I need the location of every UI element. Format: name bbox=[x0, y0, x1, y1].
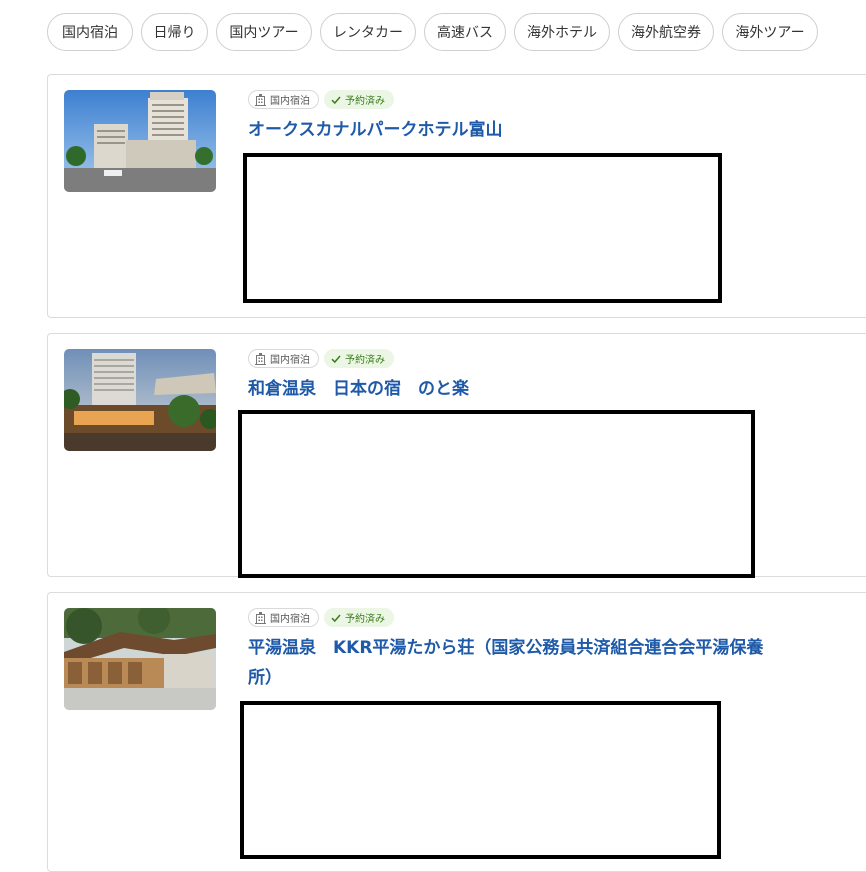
category-badge: 国内宿泊 bbox=[248, 608, 319, 627]
status-badge: 予約済み bbox=[324, 90, 394, 109]
filter-chip-domestic-tour[interactable]: 国内ツアー bbox=[216, 13, 312, 51]
category-label: 国内宿泊 bbox=[270, 614, 310, 625]
hotel-photo[interactable] bbox=[64, 90, 216, 192]
status-badge: 予約済み bbox=[324, 608, 394, 627]
hotel-name-link[interactable]: 平湯温泉 KKR平湯たから荘（国家公務員共済組合連合会平湯保養所） bbox=[248, 633, 778, 693]
filter-chip-overseas-hotel[interactable]: 海外ホテル bbox=[514, 13, 610, 51]
hotel-photo[interactable] bbox=[64, 349, 216, 451]
category-badge: 国内宿泊 bbox=[248, 90, 319, 109]
checkmark-icon bbox=[331, 355, 341, 363]
status-badge: 予約済み bbox=[324, 349, 394, 368]
hotel-building-icon bbox=[255, 352, 266, 365]
status-label: 予約済み bbox=[345, 96, 385, 107]
checkmark-icon bbox=[331, 96, 341, 104]
hotel-name-link[interactable]: 和倉温泉 日本の宿 のと楽 bbox=[248, 374, 778, 404]
redacted-area bbox=[238, 410, 755, 578]
status-label: 予約済み bbox=[345, 614, 385, 625]
service-filter-bar: 国内宿泊 日帰り 国内ツアー レンタカー 高速バス 海外ホテル 海外航空券 海外… bbox=[47, 13, 818, 51]
hotel-photo[interactable] bbox=[64, 608, 216, 710]
reservation-card: 国内宿泊 予約済み オークスカナルパークホテル富山 bbox=[47, 74, 866, 318]
badge-row: 国内宿泊 予約済み bbox=[248, 90, 394, 109]
filter-chip-domestic-stay[interactable]: 国内宿泊 bbox=[47, 13, 133, 51]
filter-chip-overseas-air[interactable]: 海外航空券 bbox=[618, 13, 714, 51]
filter-chip-day-trip[interactable]: 日帰り bbox=[141, 13, 208, 51]
category-label: 国内宿泊 bbox=[270, 96, 310, 107]
filter-chip-highway-bus[interactable]: 高速バス bbox=[424, 13, 506, 51]
status-label: 予約済み bbox=[345, 355, 385, 366]
badge-row: 国内宿泊 予約済み bbox=[248, 349, 394, 368]
category-badge: 国内宿泊 bbox=[248, 349, 319, 368]
checkmark-icon bbox=[331, 614, 341, 622]
hotel-building-icon bbox=[255, 93, 266, 106]
filter-chip-rental-car[interactable]: レンタカー bbox=[320, 13, 416, 51]
reservation-card: 国内宿泊 予約済み 平湯温泉 KKR平湯たから荘（国家公務員共済組合連合会平湯保… bbox=[47, 592, 866, 872]
category-label: 国内宿泊 bbox=[270, 355, 310, 366]
badge-row: 国内宿泊 予約済み bbox=[248, 608, 394, 627]
redacted-area bbox=[243, 153, 722, 303]
redacted-area bbox=[240, 701, 721, 859]
filter-chip-overseas-tour[interactable]: 海外ツアー bbox=[722, 13, 818, 51]
reservation-card: 国内宿泊 予約済み 和倉温泉 日本の宿 のと楽 bbox=[47, 333, 866, 578]
hotel-building-icon bbox=[255, 611, 266, 624]
hotel-name-link[interactable]: オークスカナルパークホテル富山 bbox=[248, 115, 778, 145]
